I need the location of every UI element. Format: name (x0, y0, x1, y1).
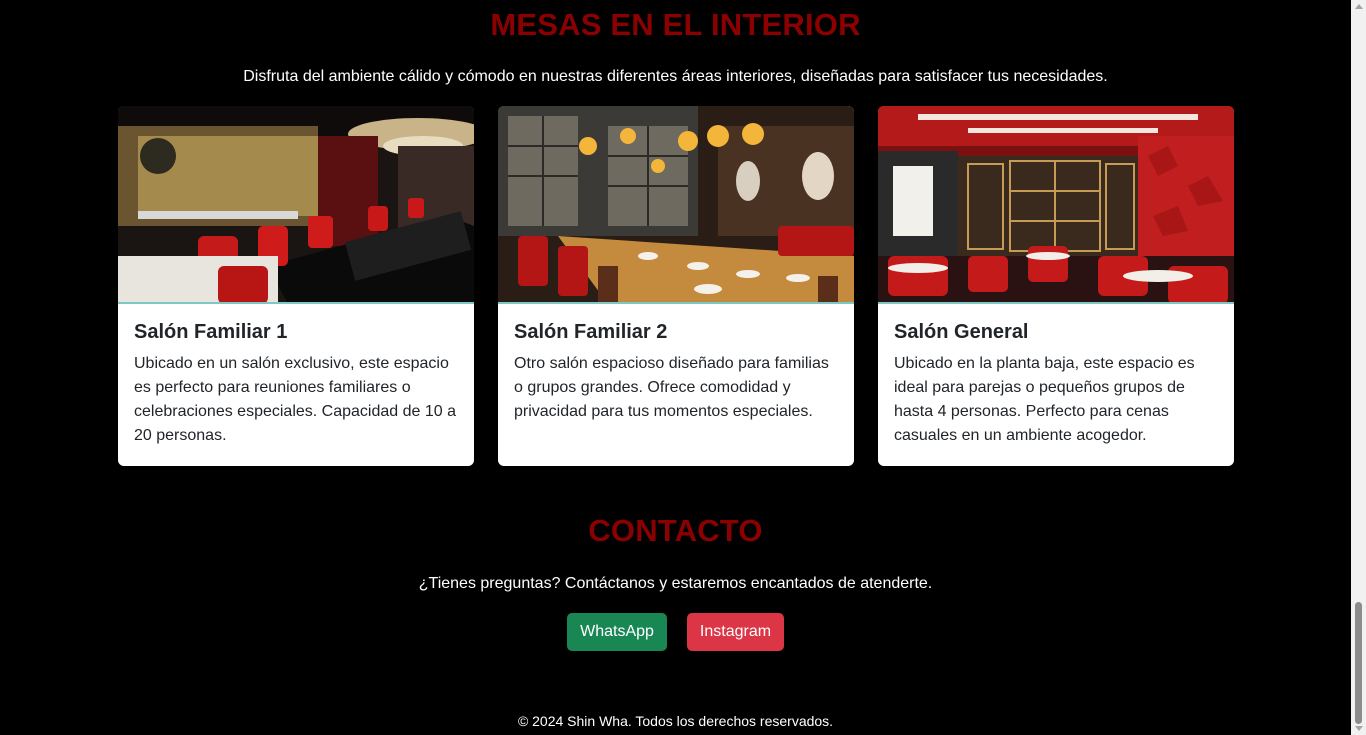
card-title: Salón Familiar 1 (134, 321, 288, 343)
card-body: Salón General Ubicado en la planta baja,… (878, 304, 1234, 448)
card-text: Ubicado en la planta baja, este espacio … (894, 355, 1195, 444)
vertical-scrollbar[interactable] (1351, 0, 1366, 735)
interior-lead: Disfruta del ambiente cálido y cómodo en… (243, 68, 1108, 85)
scroll-down-arrow-icon[interactable] (1355, 726, 1363, 731)
card-text: Otro salón espacioso diseñado para famil… (514, 355, 829, 420)
footer-copyright: © 2024 Shin Wha. Todos los derechos rese… (517, 713, 834, 729)
card-body: Salón Familiar 1 Ubicado en un salón exc… (118, 304, 474, 448)
section-title-contacto: CONTACTO (588, 513, 763, 548)
whatsapp-button[interactable]: WhatsApp (567, 613, 667, 651)
instagram-button[interactable]: Instagram (687, 613, 784, 651)
section-title-interior: MESAS EN EL INTERIOR (490, 7, 861, 42)
restaurant-photo-icon (118, 106, 474, 304)
restaurant-photo-icon (878, 106, 1234, 304)
card-title: Salón General (894, 321, 1029, 343)
contact-lead: ¿Tienes preguntas? Contáctanos y estarem… (418, 575, 933, 592)
scrollbar-thumb[interactable] (1355, 602, 1362, 724)
card-title: Salón Familiar 2 (514, 321, 668, 343)
scroll-up-arrow-icon[interactable] (1355, 4, 1363, 9)
card-salon-familiar-1: Salón Familiar 1 Ubicado en un salón exc… (118, 106, 474, 466)
card-body: Salón Familiar 2 Otro salón espacioso di… (498, 304, 854, 424)
card-salon-familiar-2: Salón Familiar 2 Otro salón espacioso di… (498, 106, 854, 466)
page: MESAS EN EL INTERIOR Disfruta del ambien… (0, 0, 1351, 735)
card-salon-general: Salón General Ubicado en la planta baja,… (878, 106, 1234, 466)
card-text: Ubicado en un salón exclusivo, este espa… (134, 355, 456, 444)
restaurant-photo-icon (498, 106, 854, 304)
